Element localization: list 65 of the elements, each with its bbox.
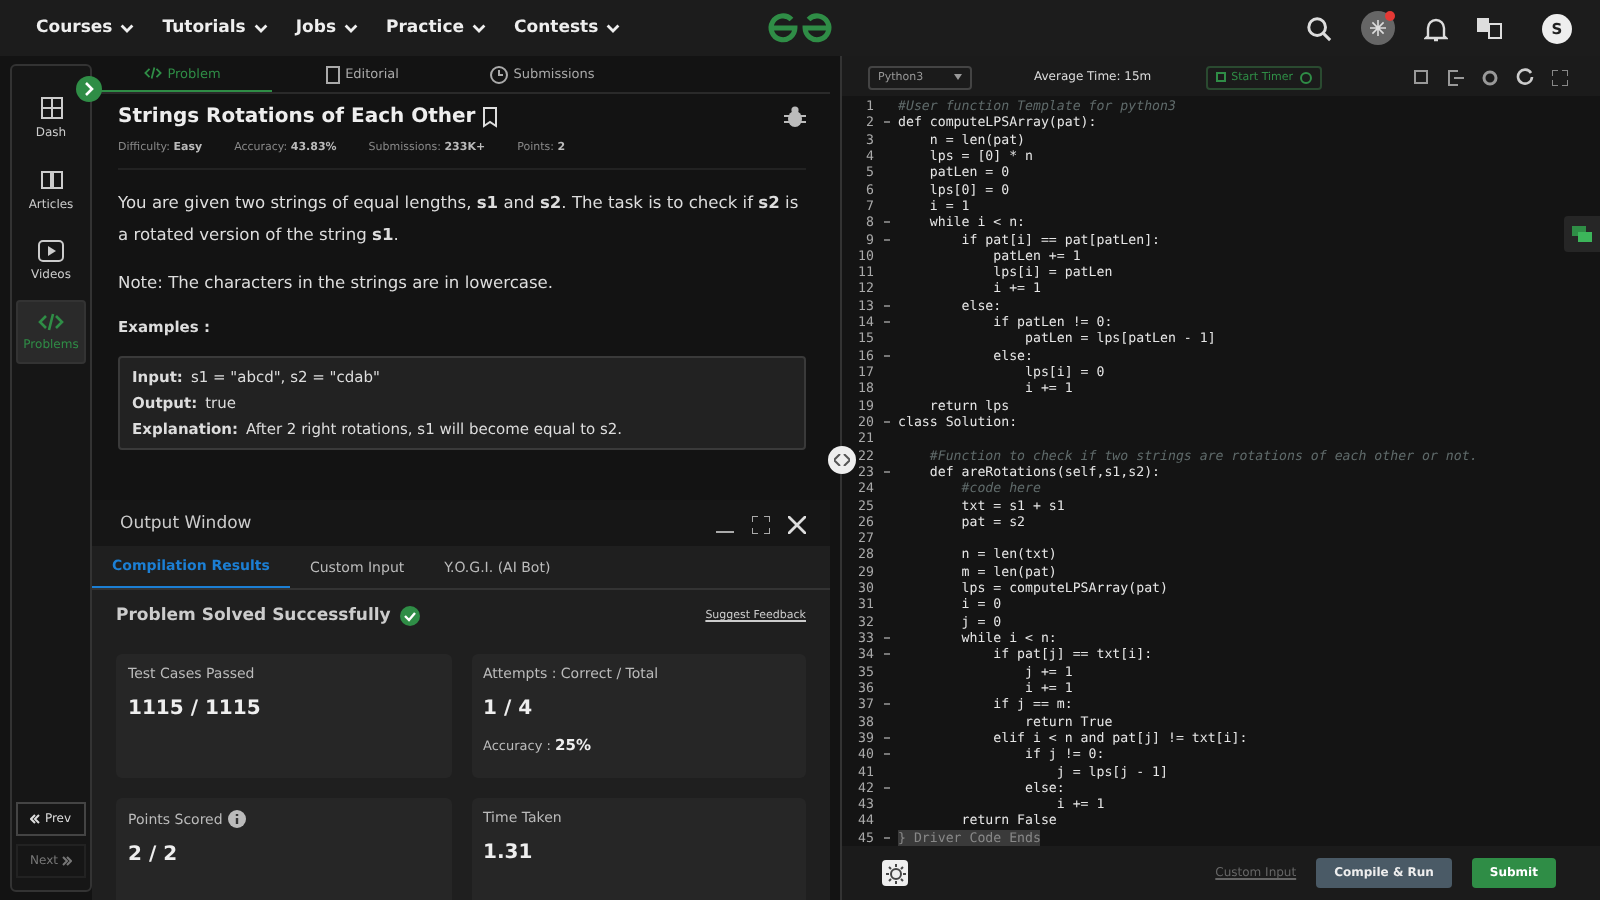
- problem-statement: You are given two strings of equal lengths, s1 and s2. The task is to check if s2 is a rotated version of the string s1.: [118, 190, 801, 248]
- fold-marker-icon[interactable]: [883, 120, 889, 125]
- fold-marker-icon[interactable]: [883, 736, 889, 741]
- chevron-down-icon[interactable]: [472, 23, 486, 33]
- fold-marker-icon[interactable]: [883, 652, 889, 657]
- code-editor[interactable]: [842, 96, 1600, 846]
- card-value: 2 / 2: [128, 844, 180, 866]
- chevron-right-icon: [84, 82, 94, 96]
- dashboard-icon: [39, 96, 63, 120]
- export-icon[interactable]: [1448, 69, 1464, 85]
- circle-icon: [1299, 71, 1312, 83]
- document-icon: [325, 65, 340, 83]
- code-icon: [38, 312, 64, 332]
- bookmark-icon[interactable]: [481, 106, 498, 128]
- nav-menu[interactable]: Jobs: [295, 18, 337, 38]
- chevron-down-icon[interactable]: [606, 23, 621, 33]
- collapse-button[interactable]: [76, 76, 102, 102]
- expand-icon[interactable]: [752, 515, 770, 533]
- fold-marker-icon[interactable]: [883, 220, 889, 225]
- copy-icon[interactable]: [1414, 69, 1430, 85]
- double-chevron-left-icon: [30, 814, 41, 824]
- fold-marker-icon[interactable]: [883, 353, 889, 358]
- problem-title: Strings Rotations of Each Other: [118, 106, 476, 128]
- check-circle-icon: [400, 606, 421, 626]
- nav-menu[interactable]: Tutorials: [162, 18, 246, 38]
- problem-note: Note: The characters in the strings are in lowercase.: [118, 270, 556, 296]
- card-value: 1.31: [483, 842, 535, 864]
- card-value: 1115 / 1115: [128, 698, 263, 720]
- sparkle-icon[interactable]: [1360, 10, 1396, 46]
- book-icon: [39, 168, 63, 192]
- status-message: Problem Solved Successfully: [116, 606, 391, 626]
- nav-menu[interactable]: Courses: [36, 18, 113, 38]
- fold-marker-icon[interactable]: [883, 420, 889, 425]
- card-value: 1 / 4: [483, 698, 535, 720]
- search-icon[interactable]: [1306, 15, 1332, 41]
- bell-icon[interactable]: [1424, 15, 1448, 41]
- fold-marker-icon[interactable]: [883, 470, 889, 475]
- chevron-down-icon[interactable]: [120, 23, 135, 33]
- chevron-down-icon[interactable]: [344, 23, 359, 33]
- double-chevron-right-icon: [61, 856, 72, 866]
- fullscreen-icon[interactable]: [1552, 69, 1568, 85]
- chevron-down-icon[interactable]: [253, 23, 268, 33]
- chat-icon[interactable]: [1564, 216, 1600, 252]
- bug-icon[interactable]: [784, 106, 806, 128]
- output-window-title: Output Window: [120, 514, 252, 534]
- close-icon[interactable]: [788, 515, 806, 533]
- reset-icon[interactable]: [1516, 68, 1534, 86]
- logo-icon[interactable]: [766, 10, 834, 46]
- info-icon[interactable]: [228, 810, 247, 828]
- fold-marker-icon[interactable]: [883, 752, 889, 757]
- fold-marker-icon[interactable]: [883, 636, 889, 641]
- nav-menu[interactable]: Practice: [386, 18, 464, 38]
- fold-marker-icon[interactable]: [883, 303, 889, 308]
- fold-marker-icon[interactable]: [883, 237, 889, 242]
- hint-button[interactable]: [882, 860, 908, 886]
- fold-marker-icon[interactable]: [883, 785, 889, 790]
- play-icon: [38, 240, 64, 262]
- square-icon: [1215, 72, 1226, 82]
- clock-icon: [489, 65, 508, 83]
- code-icon: [143, 66, 162, 80]
- fold-marker-icon[interactable]: [883, 320, 889, 325]
- dropdown-triangle-icon: [954, 74, 962, 80]
- fold-marker-icon[interactable]: [883, 835, 889, 840]
- nav-menu[interactable]: Contests: [514, 18, 599, 38]
- fold-marker-icon[interactable]: [883, 702, 889, 707]
